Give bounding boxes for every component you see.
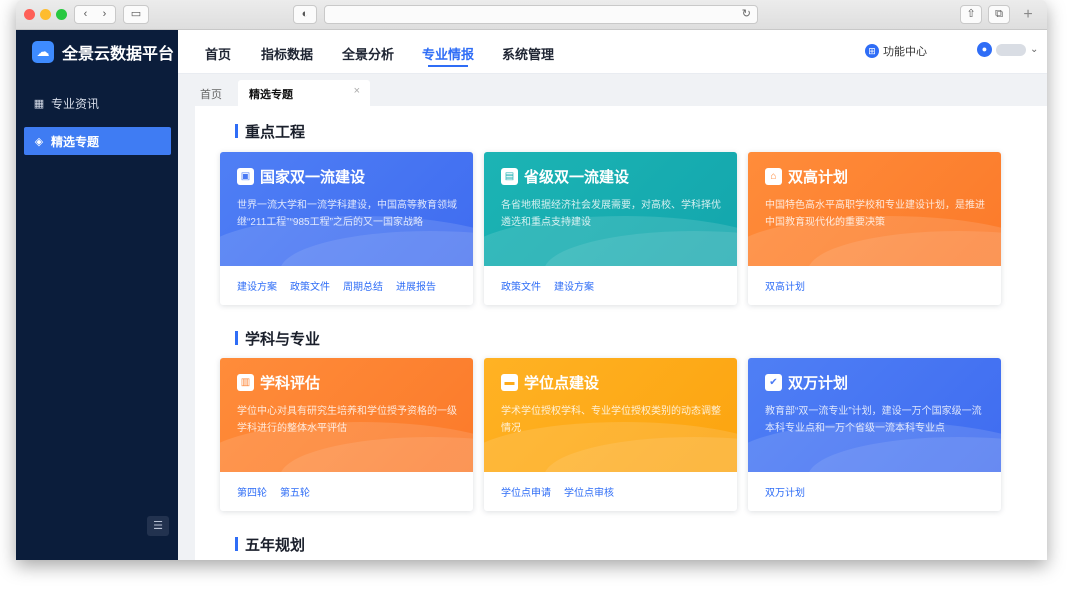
section-title-disciplines-majors: 学科与专业 bbox=[235, 328, 320, 349]
home-icon: ⌂ bbox=[765, 168, 782, 185]
grid-icon: ⊞ bbox=[865, 44, 879, 58]
card-national-double-first-class[interactable]: ▣ 国家双一流建设 世界一流大学和一流学科建设，中国高等教育领域继“211工程”“… bbox=[220, 152, 473, 305]
card-title: 学科评估 bbox=[260, 375, 321, 392]
browser-toolbar: ‹ › ▭ ◐ ↻ ⇧ ⧉ + bbox=[16, 0, 1047, 30]
nav-home[interactable]: 首页 bbox=[205, 44, 231, 63]
tab-label: 精选专题 bbox=[249, 89, 293, 101]
card-description: 学术学位授权学科、专业学位授权类别的动态调整情况 bbox=[501, 406, 721, 434]
card-link[interactable]: 建设方案 bbox=[237, 278, 277, 293]
user-menu[interactable]: ● ⌄ bbox=[977, 42, 1038, 57]
tab-home[interactable]: 首页 bbox=[200, 86, 222, 102]
chevron-down-icon: ⌄ bbox=[1030, 44, 1039, 55]
card-degree-point-construction[interactable]: ▬ 学位点建设 学术学位授权学科、专业学位授权类别的动态调整情况 学位点申请 学位… bbox=[484, 358, 737, 511]
doc-icon: ▤ bbox=[501, 168, 518, 185]
card-link[interactable]: 双高计划 bbox=[765, 278, 805, 293]
card-title: 国家双一流建设 bbox=[260, 169, 366, 186]
tab-featured-topics[interactable]: 精选专题 × bbox=[238, 80, 370, 106]
card-provincial-double-first-class[interactable]: ▤ 省级双一流建设 各省地根据经济社会发展需要，对高校、学科择优遴选和重点支持建设… bbox=[484, 152, 737, 305]
card-description: 学位中心对具有研究生培养和学位授予资格的一级学科进行的整体水平评估 bbox=[237, 406, 457, 434]
news-icon: ▦ bbox=[33, 97, 45, 110]
section-title-five-year-plan: 五年规划 bbox=[235, 534, 305, 555]
sidebar: ☁ 全景云数据平台 ▦ 专业资讯 ◈ 精选专题 ☰ bbox=[16, 30, 178, 560]
reload-icon[interactable]: ↻ bbox=[742, 7, 751, 20]
main-content: 重点工程 ▣ 国家双一流建设 世界一流大学和一流学科建设，中国高等教育领域继“21… bbox=[195, 106, 1047, 560]
card-title: 学位点建设 bbox=[524, 375, 600, 392]
function-center-button[interactable]: ⊞ 功能中心 bbox=[865, 43, 927, 59]
card-description: 中国特色高水平高职学校和专业建设计划，是推进中国教育现代化的重要决策 bbox=[765, 200, 985, 228]
history-nav: ‹ › bbox=[74, 5, 116, 24]
card-link[interactable]: 学位点申请 bbox=[501, 484, 551, 499]
function-center-label: 功能中心 bbox=[883, 46, 927, 58]
collapse-menu-icon[interactable]: ☰ bbox=[147, 516, 169, 536]
page-tabs: 首页 精选专题 × bbox=[178, 74, 1047, 106]
zoom-window-button[interactable] bbox=[56, 9, 67, 20]
shield-check-icon: ✔ bbox=[765, 374, 782, 391]
card-description: 各省地根据经济社会发展需要，对高校、学科择优遴选和重点支持建设 bbox=[501, 200, 721, 228]
top-navigation: 首页 指标数据 全景分析 专业情报 系统管理 ⊞ 功能中心 ● ⌄ bbox=[178, 30, 1047, 74]
card-link[interactable]: 学位点审核 bbox=[564, 484, 614, 499]
close-window-button[interactable] bbox=[24, 9, 35, 20]
card-title: 双万计划 bbox=[788, 375, 849, 392]
sidebar-toggle-icon[interactable]: ▭ bbox=[123, 5, 149, 24]
nav-indicator-data[interactable]: 指标数据 bbox=[261, 44, 313, 63]
share-icon[interactable]: ⇧ bbox=[960, 5, 982, 24]
browser-window: ‹ › ▭ ◐ ↻ ⇧ ⧉ + ☁ 全景云数据平台 ▦ 专业资讯 ◈ 精选专题 ☰… bbox=[16, 0, 1047, 560]
topic-icon: ◈ bbox=[34, 135, 44, 148]
tabs-overview-icon[interactable]: ⧉ bbox=[988, 5, 1010, 24]
card-link[interactable]: 双万计划 bbox=[765, 484, 805, 499]
brand: ☁ 全景云数据平台 bbox=[16, 30, 178, 74]
user-avatar-icon: ● bbox=[977, 42, 992, 57]
book-icon: ▣ bbox=[237, 168, 254, 185]
card-link[interactable]: 第五轮 bbox=[280, 484, 310, 499]
card-link[interactable]: 周期总结 bbox=[343, 278, 383, 293]
card-link[interactable]: 政策文件 bbox=[290, 278, 330, 293]
sidebar-item-label: 精选专题 bbox=[51, 134, 100, 149]
card-title: 双高计划 bbox=[788, 169, 849, 186]
nav-panorama-analysis[interactable]: 全景分析 bbox=[342, 44, 394, 63]
card-link[interactable]: 第四轮 bbox=[237, 484, 267, 499]
nav-system-management[interactable]: 系统管理 bbox=[502, 44, 554, 63]
card-double-high-plan[interactable]: ⌂ 双高计划 中国特色高水平高职学校和专业建设计划，是推进中国教育现代化的重要决策… bbox=[748, 152, 1001, 305]
card-link[interactable]: 建设方案 bbox=[554, 278, 594, 293]
section-title-key-projects: 重点工程 bbox=[235, 121, 305, 142]
address-bar[interactable]: ↻ bbox=[324, 5, 758, 24]
card-description: 世界一流大学和一流学科建设，中国高等教育领域继“211工程”“985工程”之后的… bbox=[237, 200, 457, 228]
institution-icon: ▥ bbox=[237, 374, 254, 391]
brand-name: 全景云数据平台 bbox=[62, 46, 175, 63]
active-nav-indicator bbox=[428, 65, 468, 67]
nav-professional-intel[interactable]: 专业情报 bbox=[422, 44, 474, 63]
card-discipline-evaluation[interactable]: ▥ 学科评估 学位中心对具有研究生培养和学位授予资格的一级学科进行的整体水平评估 … bbox=[220, 358, 473, 511]
minimize-window-button[interactable] bbox=[40, 9, 51, 20]
new-tab-icon[interactable]: + bbox=[1016, 6, 1040, 24]
privacy-shield-icon[interactable]: ◐ bbox=[293, 5, 317, 24]
sidebar-item-news[interactable]: ▦ 专业资讯 bbox=[24, 89, 171, 117]
back-icon[interactable]: ‹ bbox=[76, 6, 95, 23]
card-description: 教育部“双一流专业”计划，建设一万个国家级一流本科专业点和一万个省级一流本科专业… bbox=[765, 406, 982, 434]
sidebar-item-label: 专业资讯 bbox=[51, 96, 100, 111]
close-icon[interactable]: × bbox=[354, 85, 360, 97]
card-double-ten-thousand-plan[interactable]: ✔ 双万计划 教育部“双一流专业”计划，建设一万个国家级一流本科专业点和一万个省级… bbox=[748, 358, 1001, 511]
card-link[interactable]: 进展报告 bbox=[396, 278, 436, 293]
certificate-icon: ▬ bbox=[501, 374, 518, 391]
cloud-logo-icon: ☁ bbox=[32, 41, 54, 63]
forward-icon[interactable]: › bbox=[95, 6, 114, 23]
sidebar-item-featured-topics[interactable]: ◈ 精选专题 bbox=[24, 127, 171, 155]
username-redacted bbox=[996, 43, 1026, 56]
card-title: 省级双一流建设 bbox=[524, 169, 630, 186]
card-link[interactable]: 政策文件 bbox=[501, 278, 541, 293]
